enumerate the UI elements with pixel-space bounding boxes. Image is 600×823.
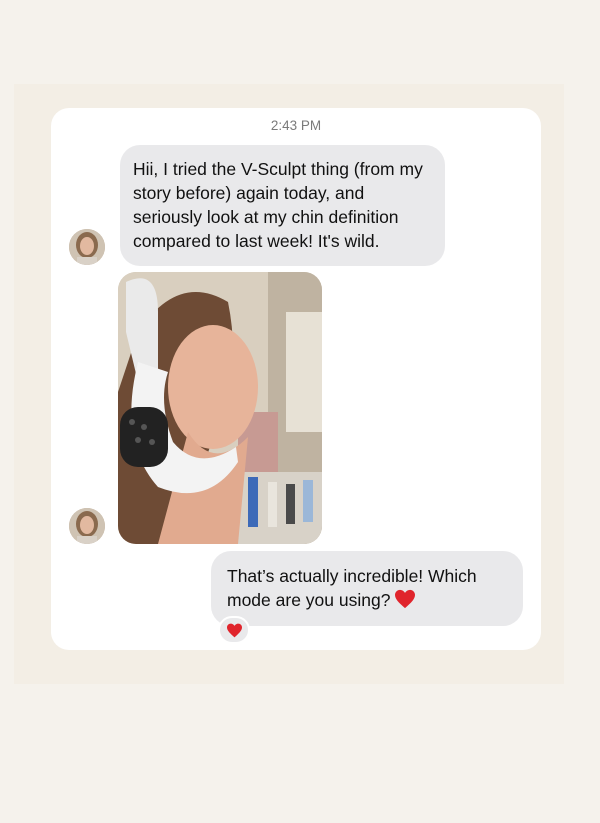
incoming-message-bubble[interactable]: Hii, I tried the V-Sculpt thing (from my… — [120, 145, 445, 266]
heart-icon — [227, 623, 242, 638]
avatar-image — [69, 229, 105, 265]
avatar[interactable] — [69, 508, 105, 544]
shared-photo[interactable] — [118, 272, 322, 544]
avatar[interactable] — [69, 229, 105, 265]
message-thread: 2:43 PM Hii, I tried the V-Sculpt thing … — [51, 108, 541, 650]
heart-emoji-icon — [395, 589, 416, 609]
outgoing-message-text: That’s actually incredible! Which mode a… — [227, 566, 477, 610]
avatar-image — [69, 508, 105, 544]
heart-reaction[interactable] — [218, 616, 250, 644]
timestamp: 2:43 PM — [270, 118, 322, 133]
outgoing-message-bubble[interactable]: That’s actually incredible! Which mode a… — [211, 551, 523, 626]
photo-icon — [118, 272, 322, 544]
incoming-message-text: Hii, I tried the V-Sculpt thing (from my… — [133, 159, 423, 251]
